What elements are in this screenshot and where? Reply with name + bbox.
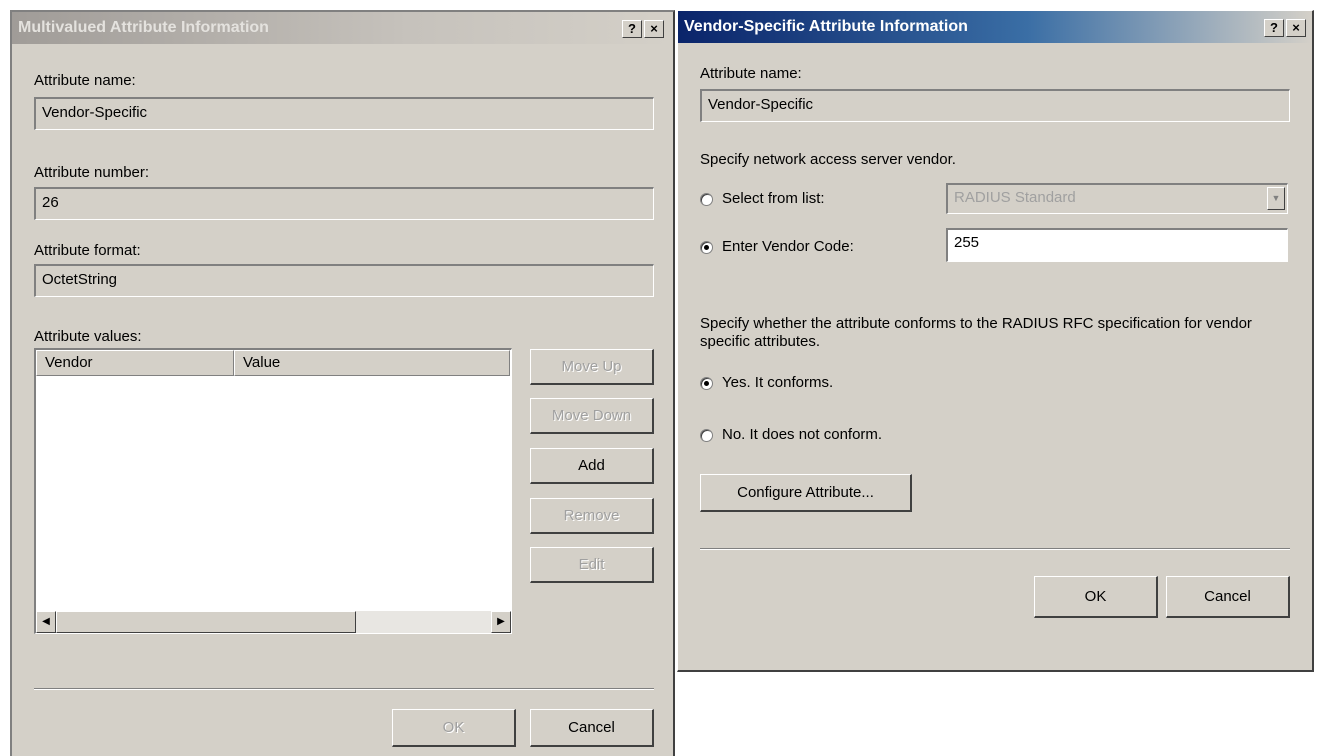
vendor-select-dropdown[interactable]: RADIUS Standard ▼ (946, 183, 1288, 214)
attribute-number-label: Attribute number: (34, 164, 150, 181)
yes-conforms-radio[interactable] (700, 377, 713, 390)
close-button[interactable]: × (644, 20, 664, 38)
attribute-values-label: Attribute values: (34, 328, 142, 345)
close-button[interactable]: × (1286, 19, 1306, 37)
add-button[interactable]: Add (530, 448, 654, 484)
configure-attribute-button[interactable]: Configure Attribute... (700, 474, 912, 512)
yes-conforms-label[interactable]: Yes. It conforms. (722, 374, 833, 391)
chevron-down-icon[interactable]: ▼ (1267, 187, 1285, 210)
no-conform-label[interactable]: No. It does not conform. (722, 426, 882, 443)
move-down-button[interactable]: Move Down (530, 398, 654, 434)
dialog-title: Vendor-Specific Attribute Information (684, 18, 968, 35)
separator (34, 688, 654, 690)
enter-vendor-code-radio[interactable] (700, 241, 713, 254)
title-bar: Vendor-Specific Attribute Information (678, 11, 1312, 43)
attribute-name-field: Vendor-Specific (34, 97, 654, 130)
attribute-name-field: Vendor-Specific (700, 89, 1290, 122)
dialog-title: Multivalued Attribute Information (18, 19, 269, 36)
help-button[interactable]: ? (622, 20, 642, 38)
vendor-code-input[interactable]: 255 (946, 228, 1288, 262)
multivalued-attribute-dialog: Multivalued Attribute Information ? × At… (10, 10, 675, 756)
no-conform-radio[interactable] (700, 429, 713, 442)
select-from-list-radio[interactable] (700, 193, 713, 206)
select-from-list-label[interactable]: Select from list: (722, 190, 825, 207)
vendor-prompt: Specify network access server vendor. (700, 151, 956, 168)
column-header-value[interactable]: Value (234, 350, 510, 376)
attribute-format-label: Attribute format: (34, 242, 141, 259)
attribute-values-list[interactable]: Vendor Value ◀ ▶ (34, 348, 512, 634)
dropdown-value: RADIUS Standard (954, 189, 1076, 206)
conform-prompt: Specify whether the attribute conforms t… (700, 315, 1252, 350)
attribute-number-field: 26 (34, 187, 654, 220)
ok-button[interactable]: OK (1034, 576, 1158, 618)
column-header-vendor[interactable]: Vendor (36, 350, 234, 376)
separator (700, 548, 1290, 550)
enter-vendor-code-label[interactable]: Enter Vendor Code: (722, 238, 854, 255)
cancel-button[interactable]: Cancel (530, 709, 654, 747)
title-bar: Multivalued Attribute Information (12, 12, 673, 44)
remove-button[interactable]: Remove (530, 498, 654, 534)
edit-button[interactable]: Edit (530, 547, 654, 583)
attribute-name-label: Attribute name: (700, 65, 802, 82)
ok-button[interactable]: OK (392, 709, 516, 747)
cancel-button[interactable]: Cancel (1166, 576, 1290, 618)
horizontal-scrollbar[interactable]: ◀ ▶ (36, 611, 511, 633)
scroll-left-icon[interactable]: ◀ (36, 611, 56, 633)
scroll-thumb[interactable] (56, 611, 356, 633)
attribute-name-label: Attribute name: (34, 72, 136, 89)
vendor-specific-attribute-dialog: Vendor-Specific Attribute Information ? … (677, 10, 1314, 672)
attribute-format-field: OctetString (34, 264, 654, 297)
help-button[interactable]: ? (1264, 19, 1284, 37)
move-up-button[interactable]: Move Up (530, 349, 654, 385)
scroll-right-icon[interactable]: ▶ (491, 611, 511, 633)
